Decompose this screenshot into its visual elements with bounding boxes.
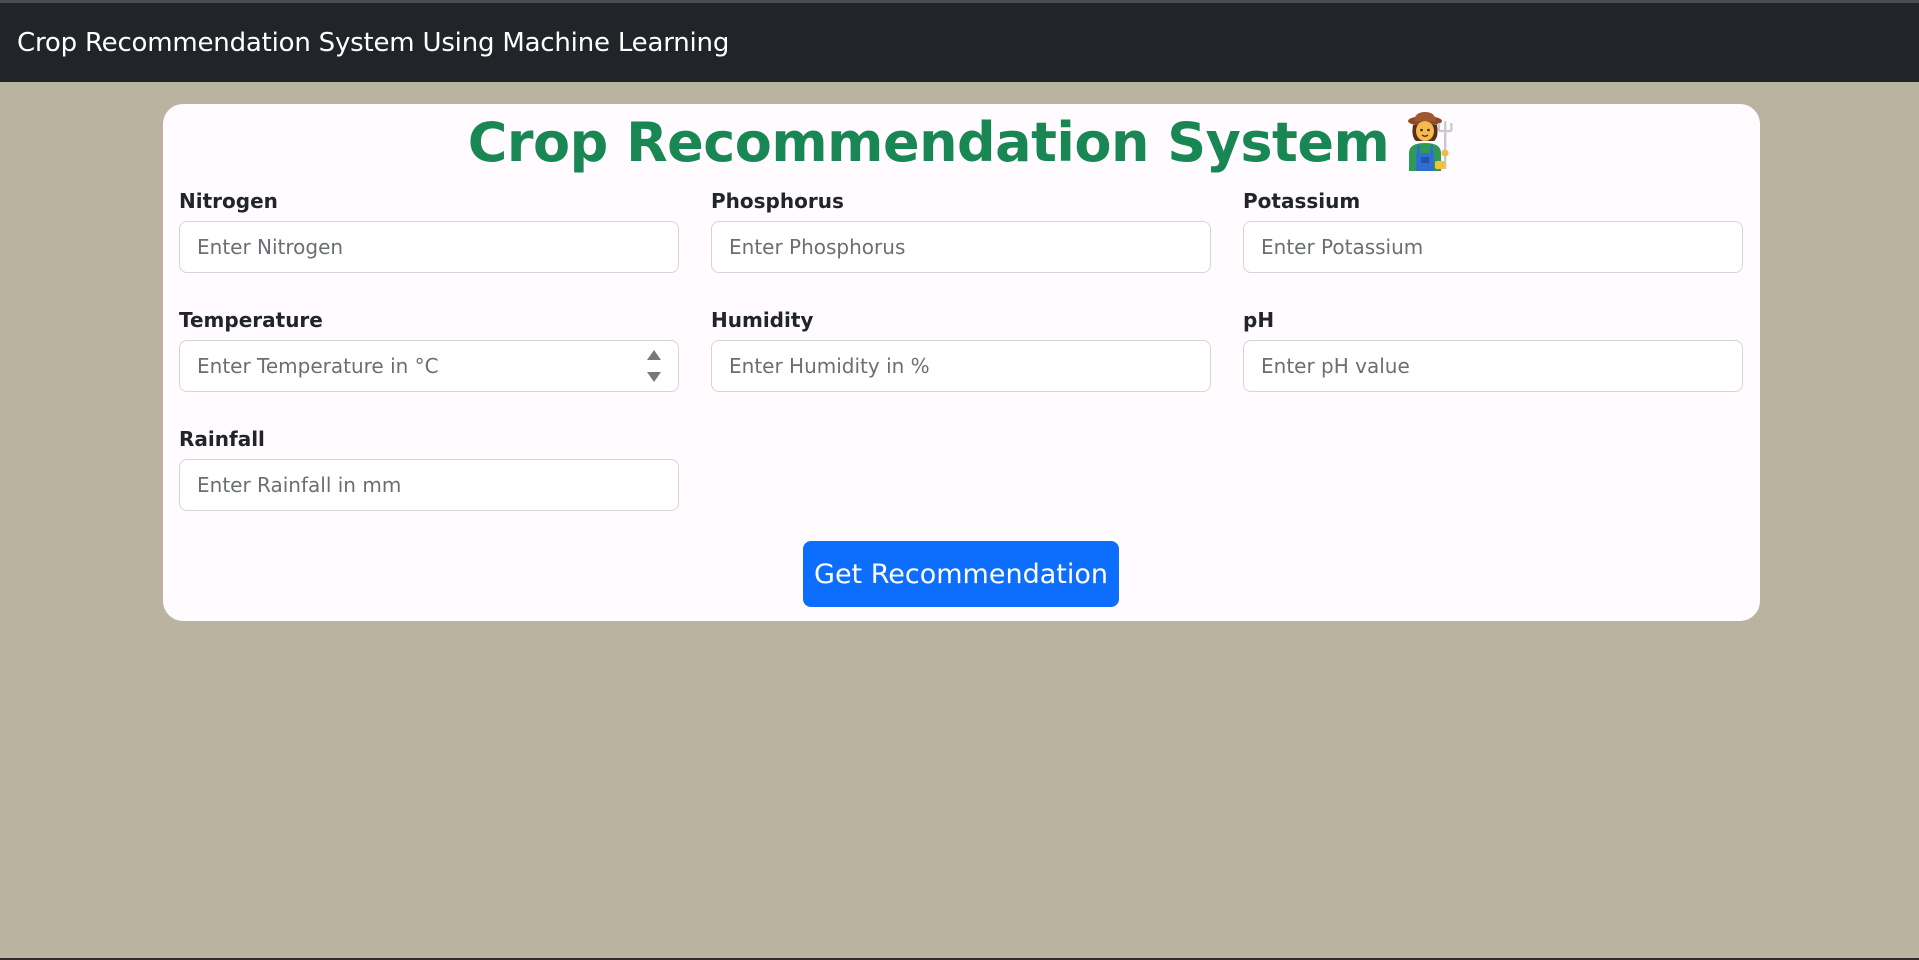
navbar-brand[interactable]: Crop Recommendation System Using Machine… — [17, 28, 729, 58]
farmer-icon — [1401, 111, 1455, 171]
ph-label: pH — [1243, 308, 1275, 332]
humidity-label: Humidity — [711, 308, 814, 332]
page-title: Crop Recommendation System — [467, 110, 1390, 174]
phosphorus-field: Phosphorus — [711, 188, 1211, 273]
potassium-label: Potassium — [1243, 189, 1361, 213]
temperature-field: Temperature — [179, 307, 679, 392]
temperature-input[interactable] — [179, 340, 679, 392]
phosphorus-input[interactable] — [711, 221, 1211, 273]
potassium-input[interactable] — [1243, 221, 1743, 273]
get-recommendation-button[interactable]: Get Recommendation — [803, 541, 1119, 607]
phosphorus-label: Phosphorus — [711, 189, 844, 213]
card-heading: Crop Recommendation System — [163, 104, 1760, 174]
ph-field: pH — [1243, 307, 1743, 392]
ph-input[interactable] — [1243, 340, 1743, 392]
temperature-stepper[interactable] — [647, 350, 661, 382]
rainfall-input[interactable] — [179, 459, 679, 511]
stepper-up-icon[interactable] — [647, 350, 661, 360]
nitrogen-field: Nitrogen — [179, 188, 679, 273]
humidity-input[interactable] — [711, 340, 1211, 392]
rainfall-label: Rainfall — [179, 427, 265, 451]
navbar: Crop Recommendation System Using Machine… — [0, 3, 1919, 82]
temperature-label: Temperature — [179, 308, 323, 332]
rainfall-field: Rainfall — [179, 426, 679, 511]
stepper-down-icon[interactable] — [647, 372, 661, 382]
recommendation-form-card: Crop Recommendation System Nitrogen Ente… — [163, 104, 1760, 621]
nitrogen-label: Nitrogen — [179, 189, 278, 213]
nitrogen-input[interactable] — [179, 221, 679, 273]
potassium-field: Potassium — [1243, 188, 1743, 273]
humidity-field: Humidity — [711, 307, 1211, 392]
